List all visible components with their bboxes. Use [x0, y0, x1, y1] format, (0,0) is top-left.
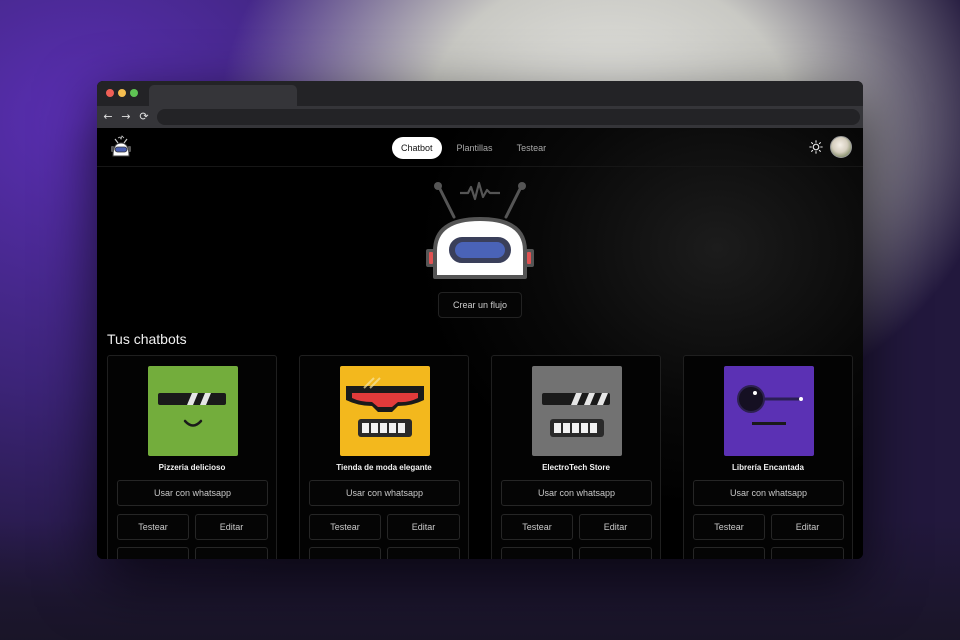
browser-toolbar: ← → ⟳	[97, 106, 863, 128]
chatbot-name: Librería Encantada	[731, 463, 805, 472]
more-action-button[interactable]	[771, 547, 844, 559]
more-action-button[interactable]	[387, 547, 460, 559]
robot-avatar-icon	[340, 366, 430, 456]
tab-chatbot[interactable]: Chatbot	[392, 137, 442, 159]
chatbot-name: Pizzeria delicioso	[158, 463, 226, 472]
tab-testear[interactable]: Testear	[508, 137, 556, 159]
robot-avatar-icon	[148, 366, 238, 456]
edit-button[interactable]: Editar	[579, 514, 652, 540]
more-action-button[interactable]	[309, 547, 381, 559]
chatbot-card: ElectroTech Store Usar con whatsapp Test…	[491, 355, 661, 559]
user-avatar[interactable]	[830, 136, 852, 158]
section-title: Tus chatbots	[107, 331, 187, 347]
chatbot-card: Pizzeria delicioso Usar con whatsapp Tes…	[107, 355, 277, 559]
use-whatsapp-button[interactable]: Usar con whatsapp	[693, 480, 844, 506]
chatbot-name: ElectroTech Store	[542, 463, 610, 472]
use-whatsapp-button[interactable]: Usar con whatsapp	[309, 480, 460, 506]
browser-window: ← → ⟳ Chatbot Plantillas Testear Crear u…	[97, 81, 863, 559]
back-icon[interactable]: ←	[101, 109, 115, 125]
reload-icon[interactable]: ⟳	[137, 109, 151, 125]
more-action-button[interactable]	[117, 547, 189, 559]
use-whatsapp-button[interactable]: Usar con whatsapp	[117, 480, 268, 506]
sun-icon[interactable]	[809, 140, 823, 154]
robot-hero-icon	[426, 181, 534, 279]
forward-icon[interactable]: →	[119, 109, 133, 125]
more-action-button[interactable]	[501, 547, 573, 559]
browser-titlebar	[97, 81, 863, 106]
robot-avatar-icon	[532, 366, 622, 456]
maximize-window-button[interactable]	[130, 89, 138, 97]
main-nav: Chatbot Plantillas Testear	[392, 137, 555, 159]
edit-button[interactable]: Editar	[387, 514, 460, 540]
address-bar[interactable]	[157, 109, 860, 125]
app-content: Chatbot Plantillas Testear Crear un fluj…	[97, 128, 863, 559]
create-flow-button[interactable]: Crear un flujo	[438, 292, 522, 318]
close-window-button[interactable]	[106, 89, 114, 97]
chatbot-card: Librería Encantada Usar con whatsapp Tes…	[683, 355, 853, 559]
edit-button[interactable]: Editar	[771, 514, 844, 540]
more-action-button[interactable]	[693, 547, 765, 559]
more-action-button[interactable]	[195, 547, 268, 559]
edit-button[interactable]: Editar	[195, 514, 268, 540]
chatbot-name: Tienda de moda elegante	[336, 463, 432, 472]
robot-logo-icon[interactable]	[107, 134, 135, 162]
minimize-window-button[interactable]	[118, 89, 126, 97]
test-button[interactable]: Testear	[501, 514, 573, 540]
use-whatsapp-button[interactable]: Usar con whatsapp	[501, 480, 652, 506]
chatbot-card: Tienda de moda elegante Usar con whatsap…	[299, 355, 469, 559]
test-button[interactable]: Testear	[117, 514, 189, 540]
test-button[interactable]: Testear	[693, 514, 765, 540]
robot-avatar-icon	[724, 366, 814, 456]
browser-tab[interactable]	[149, 85, 297, 106]
tab-plantillas[interactable]: Plantillas	[448, 137, 502, 159]
more-action-button[interactable]	[579, 547, 652, 559]
test-button[interactable]: Testear	[309, 514, 381, 540]
app-header: Chatbot Plantillas Testear	[97, 128, 863, 167]
